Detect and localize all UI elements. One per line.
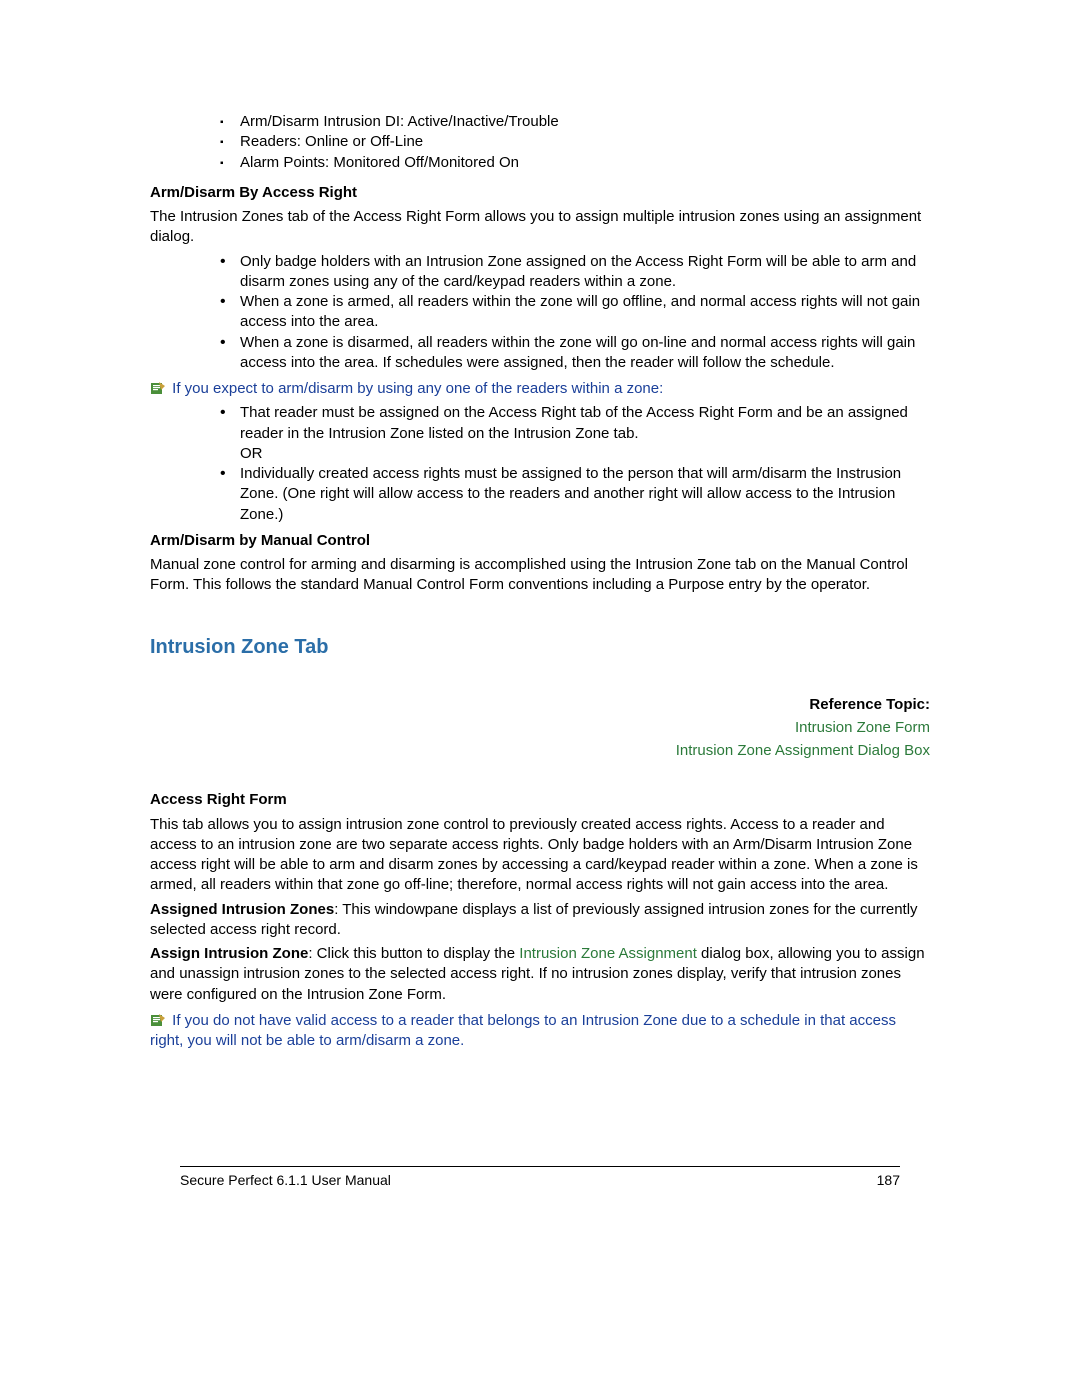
section-title: Intrusion Zone Tab xyxy=(150,634,930,661)
top-bullet-list: Arm/Disarm Intrusion DI: Active/Inactive… xyxy=(150,112,930,173)
list-item-text: When a zone is disarmed, all readers wit… xyxy=(240,334,915,371)
list-item-text: Alarm Points: Monitored Off/Monitored On xyxy=(240,154,519,171)
inline-link-assignment[interactable]: Intrusion Zone Assignment xyxy=(519,945,697,962)
list-item: Individually created access rights must … xyxy=(220,464,930,525)
reference-link-assignment[interactable]: Intrusion Zone Assignment Dialog Box xyxy=(676,742,930,759)
list-item: When a zone is armed, all readers within… xyxy=(220,292,930,333)
bullet-list: Only badge holders with an Intrusion Zon… xyxy=(150,252,930,374)
note-icon xyxy=(150,1013,166,1027)
subheading-manual-control: Arm/Disarm by Manual Control xyxy=(150,531,930,551)
page-number: 187 xyxy=(877,1171,900,1190)
list-item: That reader must be assigned on the Acce… xyxy=(220,403,930,464)
subheading-access-right: Arm/Disarm By Access Right xyxy=(150,183,930,203)
paragraph: This tab allows you to assign intrusion … xyxy=(150,815,930,896)
list-item: Readers: Online or Off-Line xyxy=(220,132,930,152)
paragraph: The Intrusion Zones tab of the Access Ri… xyxy=(150,207,930,248)
list-item: Alarm Points: Monitored Off/Monitored On xyxy=(220,153,930,173)
list-item-text: Only badge holders with an Intrusion Zon… xyxy=(240,253,916,290)
note-line: If you do not have valid access to a rea… xyxy=(150,1011,930,1052)
list-item: When a zone is disarmed, all readers wit… xyxy=(220,333,930,374)
inline-text: : Click this button to display the xyxy=(308,945,519,962)
reference-link-form[interactable]: Intrusion Zone Form xyxy=(795,719,930,736)
list-item: Only badge holders with an Intrusion Zon… xyxy=(220,252,930,293)
list-item-text: That reader must be assigned on the Acce… xyxy=(240,404,908,462)
note-text: If you expect to arm/disarm by using any… xyxy=(172,380,663,397)
paragraph-assign-zone: Assign Intrusion Zone: Click this button… xyxy=(150,944,930,1005)
note-bullet-list: That reader must be assigned on the Acce… xyxy=(150,403,930,525)
reference-block: Reference Topic: Intrusion Zone Form Int… xyxy=(150,693,930,763)
footer-title: Secure Perfect 6.1.1 User Manual xyxy=(180,1172,391,1188)
inline-label: Assigned Intrusion Zones xyxy=(150,901,334,918)
list-item-text: Individually created access rights must … xyxy=(240,465,901,523)
page-footer: Secure Perfect 6.1.1 User Manual 187 xyxy=(180,1166,900,1190)
paragraph: Manual zone control for arming and disar… xyxy=(150,555,930,596)
page-content: Arm/Disarm Intrusion DI: Active/Inactive… xyxy=(150,112,930,1055)
inline-label: Assign Intrusion Zone xyxy=(150,945,308,962)
list-item-text: When a zone is armed, all readers within… xyxy=(240,293,920,330)
reference-heading: Reference Topic: xyxy=(150,693,930,716)
note-line: If you expect to arm/disarm by using any… xyxy=(150,379,930,399)
subheading-access-right-form: Access Right Form xyxy=(150,790,930,810)
list-item: Arm/Disarm Intrusion DI: Active/Inactive… xyxy=(220,112,930,132)
list-item-text: Readers: Online or Off-Line xyxy=(240,133,423,150)
note-text: If you do not have valid access to a rea… xyxy=(150,1012,896,1049)
note-icon xyxy=(150,381,166,395)
paragraph-assigned-zones: Assigned Intrusion Zones: This windowpan… xyxy=(150,900,930,941)
list-item-text: Arm/Disarm Intrusion DI: Active/Inactive… xyxy=(240,113,559,130)
